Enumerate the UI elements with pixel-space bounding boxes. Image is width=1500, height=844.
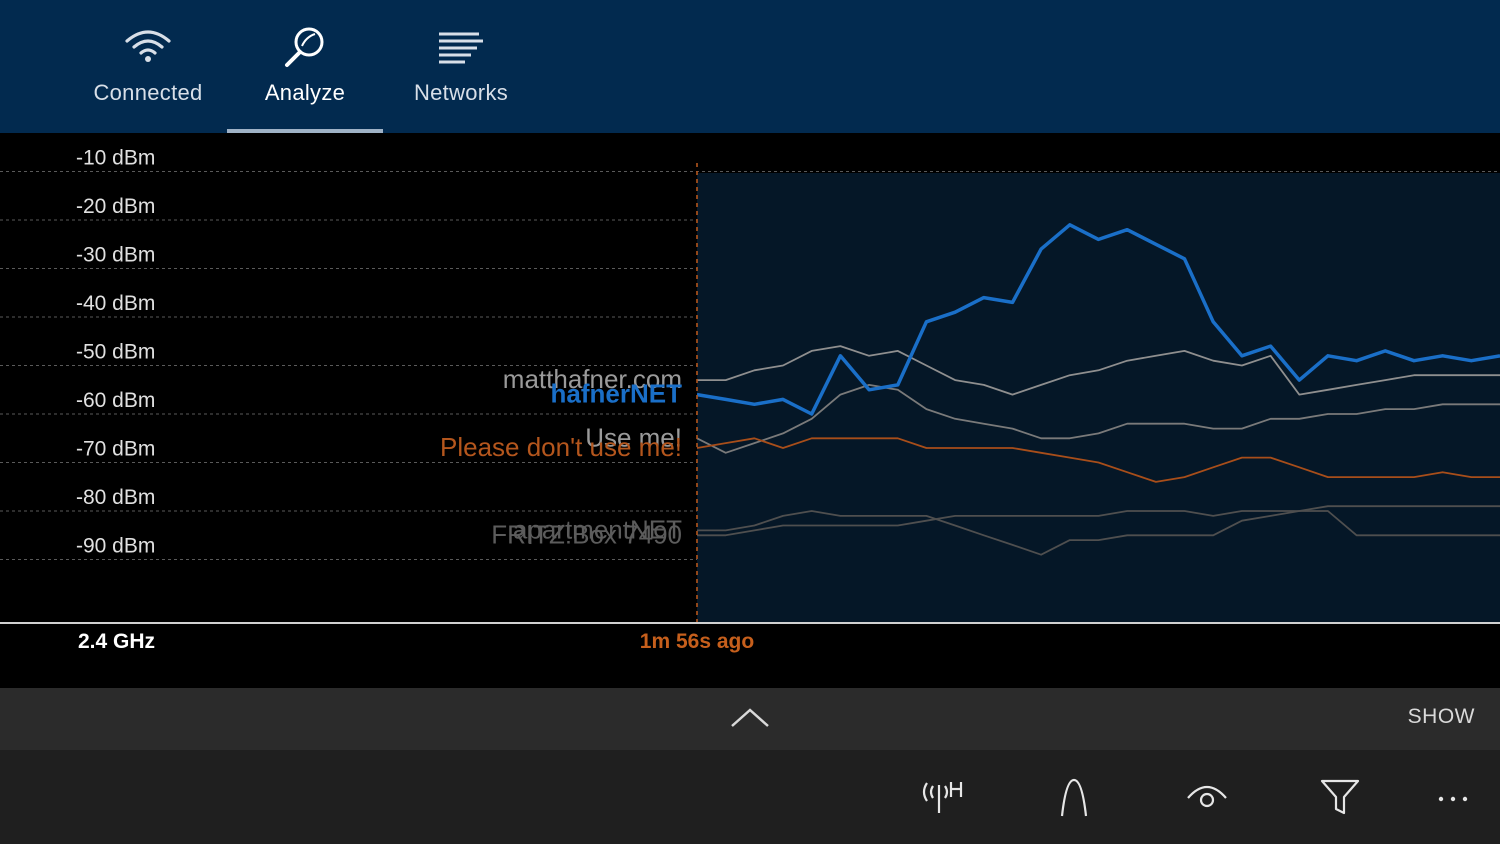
y-tick-label: -80 dBm	[76, 486, 155, 509]
top-navigation: Connected Analyze Networks	[0, 0, 1500, 133]
signal-h-button[interactable]	[915, 774, 967, 820]
y-tick-label: -30 dBm	[76, 244, 155, 267]
filter-icon	[1320, 779, 1360, 815]
list-icon	[383, 24, 539, 70]
command-bar	[0, 750, 1500, 844]
tab-label: Networks	[413, 80, 509, 105]
more-button[interactable]	[1427, 774, 1479, 820]
tab-networks[interactable]: Networks	[383, 0, 539, 133]
chevron-up-icon[interactable]	[728, 702, 772, 732]
y-tick-label: -70 dBm	[76, 438, 155, 461]
series-name-label: apartmentNET	[513, 514, 682, 544]
more-icon	[1438, 796, 1468, 802]
tab-label: Connected	[93, 80, 203, 105]
y-tick-label: -90 dBm	[76, 535, 155, 558]
series-name-label: hafnerNET	[551, 379, 683, 409]
time-marker-label: 1m 56s ago	[640, 630, 754, 653]
eye-icon	[1187, 785, 1227, 808]
tab-analyze[interactable]: Analyze	[227, 0, 383, 133]
magnifier-icon	[227, 24, 383, 70]
chart-footer: 2.4 GHz 1m 56s ago	[0, 622, 1500, 653]
tab-label: Analyze	[264, 80, 346, 105]
curve-button[interactable]	[1048, 774, 1100, 820]
y-tick-labels: -10 dBm -20 dBm -30 dBm -40 dBm -50 dBm -60 d…	[76, 147, 155, 558]
signal-strength-chart: -10 dBm -20 dBm -30 dBm -40 dBm -50 dBm -60 d…	[0, 133, 1500, 688]
y-tick-label: -40 dBm	[76, 292, 155, 315]
y-tick-label: -20 dBm	[76, 195, 155, 218]
band-label: 2.4 GHz	[78, 630, 155, 653]
y-tick-label: -50 dBm	[76, 341, 155, 364]
signal-h-icon	[922, 782, 963, 813]
filter-button[interactable]	[1314, 774, 1366, 820]
expand-bar: SHOW	[0, 688, 1500, 750]
y-tick-label: -60 dBm	[76, 389, 155, 412]
y-tick-label: -10 dBm	[76, 147, 155, 170]
eye-button[interactable]	[1181, 774, 1233, 820]
wifi-icon	[70, 24, 226, 70]
tab-connected[interactable]: Connected	[70, 0, 226, 133]
curve-icon	[1060, 778, 1088, 817]
chart-canvas: -10 dBm -20 dBm -30 dBm -40 dBm -50 dBm -60 d…	[0, 147, 1500, 653]
show-button[interactable]: SHOW	[1408, 705, 1475, 729]
series-name-labels: matthafner.comhafnerNETUse me!Please don…	[440, 364, 682, 549]
series-name-label: Please don't use me!	[440, 432, 682, 462]
